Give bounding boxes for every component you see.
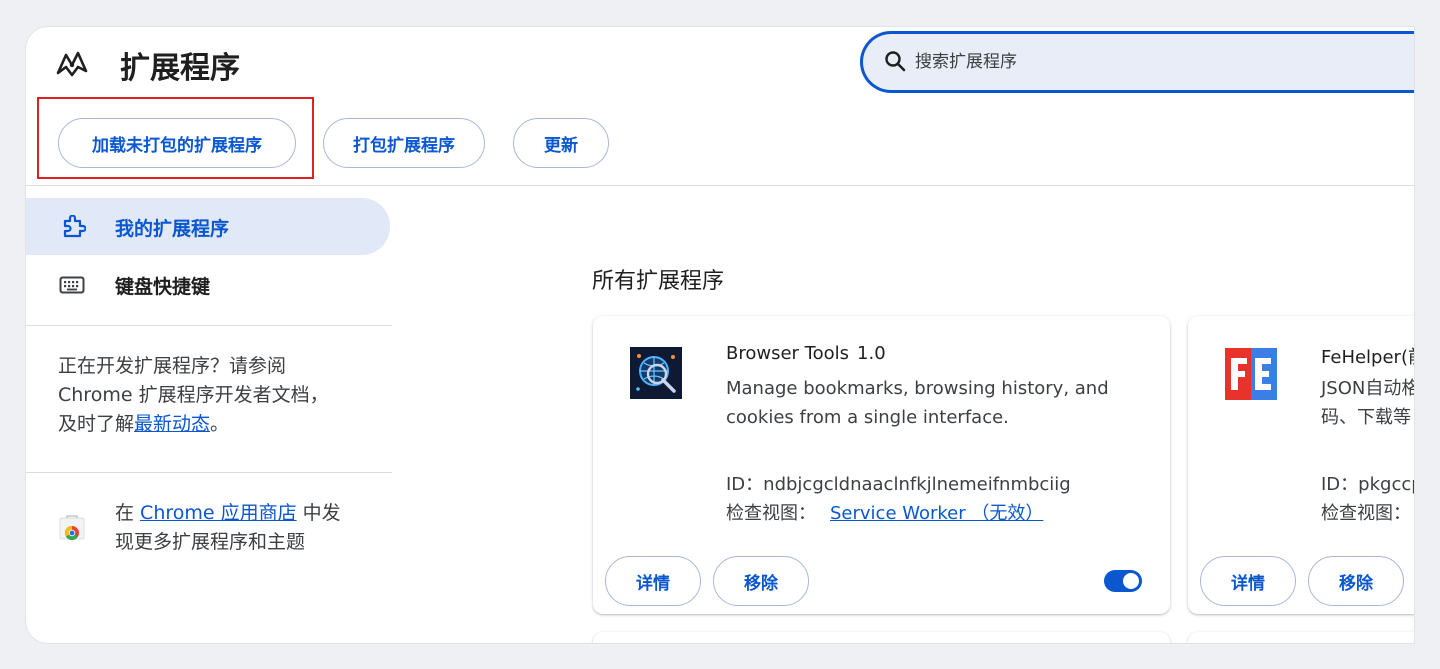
extension-title: Browser Tools <box>726 343 850 364</box>
extension-name: FeHelper(前 <box>1321 347 1414 368</box>
web-store-line: 现更多扩展程序和主题 <box>115 531 306 553</box>
inspect-label: 检查视图： <box>1321 503 1411 524</box>
web-store-prefix: 在 <box>115 502 141 524</box>
extension-card <box>1188 632 1414 643</box>
keyboard-icon <box>59 276 85 294</box>
web-store-text: 在 Chrome 应用商店 中发 现更多扩展程序和主题 <box>115 499 341 557</box>
extension-description: JSON自动格 码、下载等 <box>1321 374 1414 432</box>
details-button[interactable]: 详情 <box>605 556 701 606</box>
extension-card: Browser Tools 1.0 Manage bookmarks, brows… <box>593 316 1170 614</box>
dev-info-text: 正在开发扩展程序？请参阅 Chrome 扩展程序开发者文档， 及时了解最新动态。 <box>58 352 329 439</box>
toolbar-divider <box>26 185 1414 186</box>
remove-button[interactable]: 移除 <box>713 556 809 606</box>
description-line: Manage bookmarks, browsing history, and <box>726 378 1109 399</box>
toggle-knob <box>1123 573 1139 589</box>
extension-card <box>593 632 1170 643</box>
inspect-label: 检查视图： <box>726 503 816 524</box>
fehelper-icon <box>1225 348 1277 400</box>
service-worker-link[interactable]: Service Worker （无效） <box>830 503 1043 524</box>
details-button[interactable]: 详情 <box>1200 556 1296 606</box>
pack-extension-button[interactable]: 打包扩展程序 <box>323 118 485 168</box>
section-title: 所有扩展程序 <box>592 269 725 294</box>
extension-description: Manage bookmarks, browsing history, and … <box>726 374 1109 432</box>
sidebar-item-label: 我的扩展程序 <box>115 218 230 240</box>
extensions-logo-icon <box>56 51 88 77</box>
description-line: cookies from a single interface. <box>726 407 1009 428</box>
description-line: 码、下载等 <box>1321 407 1411 428</box>
page-title: 扩展程序 <box>120 51 240 86</box>
dev-info-suffix: 。 <box>210 413 230 435</box>
search-box[interactable] <box>860 31 1414 93</box>
web-store-suffix: 中发 <box>296 502 341 524</box>
id-value: pkgccp <box>1358 474 1414 495</box>
extensions-page: 扩展程序 加载未打包的扩展程序 打包扩展程序 更新 我的扩展程序 键盘快捷键 正… <box>26 27 1414 643</box>
extension-name: Browser Tools 1.0 <box>726 343 886 364</box>
id-label: ID： <box>1321 474 1359 495</box>
inspect-views: 检查视图： <box>1321 499 1411 525</box>
extension-enable-toggle[interactable] <box>1104 570 1142 592</box>
dev-info-line: 正在开发扩展程序？请参阅 <box>58 355 287 377</box>
inspect-views: 检查视图： Service Worker （无效） <box>726 499 1043 525</box>
search-input[interactable] <box>915 50 1395 74</box>
extension-id: ID：ndbjcgcldnaaclnfkjlnemeifnmbciig <box>726 470 1071 496</box>
extension-version: 1.0 <box>857 343 886 364</box>
chrome-web-store-link[interactable]: Chrome 应用商店 <box>140 502 297 524</box>
highlight-box <box>37 97 314 179</box>
update-button[interactable]: 更新 <box>513 118 609 168</box>
extension-id: ID：pkgccp <box>1321 470 1414 496</box>
dev-info-line: 及时了解最新动态。 <box>58 410 329 439</box>
id-value: ndbjcgcldnaaclnfkjlnemeifnmbciig <box>763 474 1071 495</box>
description-line: JSON自动格 <box>1321 378 1414 399</box>
remove-button[interactable]: 移除 <box>1308 556 1404 606</box>
browser-tools-icon <box>630 347 682 399</box>
id-label: ID： <box>726 474 764 495</box>
dev-info-line: Chrome 扩展程序开发者文档， <box>58 384 329 406</box>
sidebar-item-keyboard-shortcuts[interactable]: 键盘快捷键 <box>115 272 210 299</box>
sidebar-divider <box>26 325 392 326</box>
sidebar-divider <box>26 472 392 473</box>
extension-card: FeHelper(前 JSON自动格 码、下载等 ID：pkgccp 检查视图：… <box>1188 316 1414 614</box>
latest-news-link[interactable]: 最新动态 <box>134 413 210 435</box>
search-icon <box>885 51 906 72</box>
dev-info-prefix: 及时了解 <box>58 413 135 435</box>
puzzle-icon <box>63 215 86 238</box>
chrome-web-store-icon <box>59 515 85 540</box>
web-store-line: 在 Chrome 应用商店 中发 <box>115 499 341 528</box>
